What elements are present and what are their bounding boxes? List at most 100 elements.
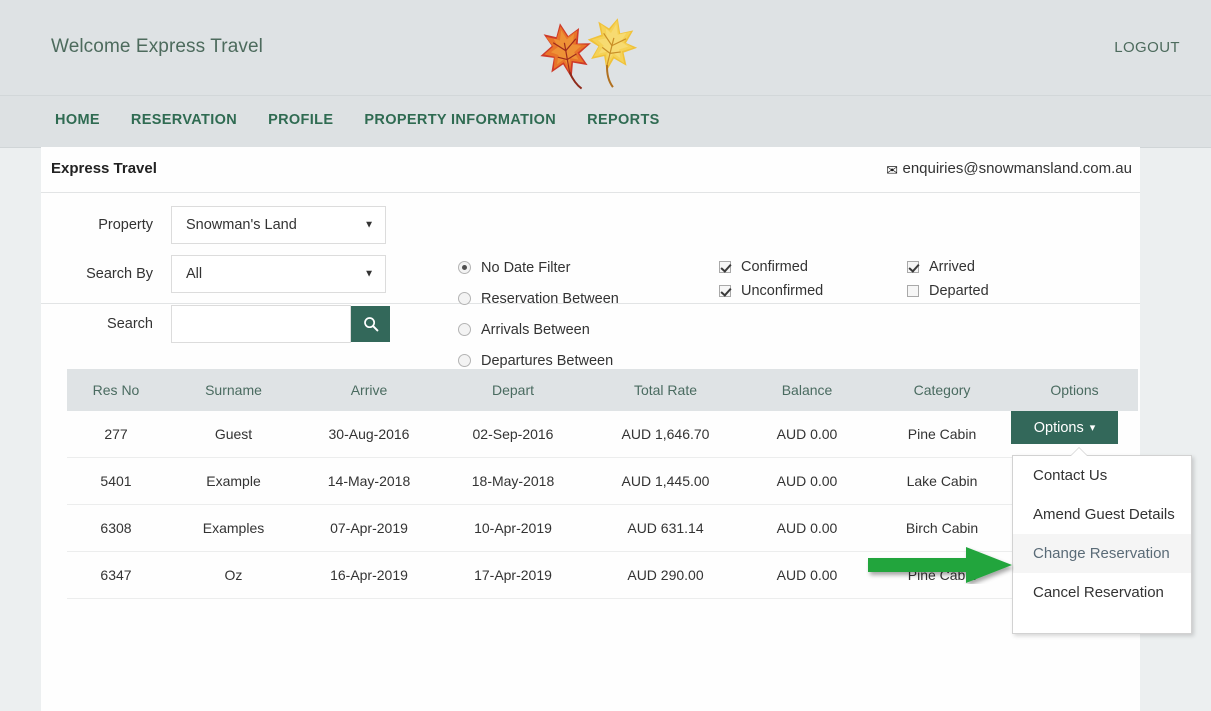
- cell-surname: Examples: [202, 520, 265, 536]
- search-by-label: Search By: [86, 266, 153, 282]
- cell-balance: AUD 0.00: [776, 426, 838, 442]
- green-right-arrow-icon: [868, 547, 1012, 583]
- column-header-category: Category: [913, 382, 971, 398]
- cell-category: Lake Cabin: [906, 473, 978, 489]
- cell-surname: Guest: [214, 426, 253, 442]
- radio-icon[interactable]: [458, 354, 471, 367]
- checkbox-unconfirmed[interactable]: Unconfirmed: [719, 279, 823, 303]
- panel-header: Express Travel ✉ enquiries@snowmansland.…: [41, 147, 1140, 193]
- cell-surname: Example: [206, 473, 261, 489]
- column-header-total-rate: Total Rate: [633, 382, 698, 398]
- menu-item-label: Cancel Reservation: [1033, 584, 1164, 601]
- radio-label[interactable]: Arrivals Between: [481, 322, 590, 338]
- column-header-balance: Balance: [781, 382, 833, 398]
- chevron-down-icon: ▼: [364, 219, 374, 231]
- menu-item-contact-us[interactable]: Contact Us: [1013, 456, 1191, 495]
- cell-arrive: 14-May-2018: [327, 473, 411, 489]
- green-right-arrow-annotation: [866, 546, 1014, 584]
- nav-item-property-information[interactable]: PROPERTY INFORMATION: [364, 112, 556, 128]
- content-panel: Express Travel ✉ enquiries@snowmansland.…: [41, 147, 1140, 711]
- logout-link[interactable]: LOGOUT: [1114, 39, 1180, 56]
- search-by-select[interactable]: All ▼: [171, 255, 386, 293]
- cell-total-rate: AUD 1,445.00: [621, 473, 710, 489]
- cell-total-rate: AUD 631.14: [627, 520, 704, 536]
- nav-item-reports[interactable]: REPORTS: [587, 112, 660, 128]
- cell-arrive: 07-Apr-2019: [330, 520, 408, 536]
- search-input[interactable]: [171, 305, 351, 343]
- checkbox-label[interactable]: Arrived: [929, 259, 975, 275]
- welcome-message: Welcome Express Travel: [51, 36, 263, 57]
- cell-res-no: 6347: [100, 567, 132, 583]
- radio-icon[interactable]: [458, 323, 471, 336]
- radio-label[interactable]: Departures Between: [481, 353, 613, 369]
- cell-arrive: 16-Apr-2019: [330, 567, 408, 583]
- menu-item-label: Contact Us: [1033, 467, 1108, 484]
- cell-total-rate: AUD 290.00: [627, 567, 704, 583]
- checkbox-label[interactable]: Departed: [929, 283, 989, 299]
- menu-item-change-reservation[interactable]: Change Reservation: [1013, 534, 1191, 573]
- radio-arrivals-between[interactable]: Arrivals Between: [458, 314, 619, 345]
- search-label: Search: [107, 316, 153, 332]
- cell-res-no: 6308: [100, 520, 132, 536]
- date-filter-radio-group: No Date Filter Reservation Between Arriv…: [458, 252, 619, 376]
- cell-total-rate: AUD 1,646.70: [621, 426, 710, 442]
- chevron-down-icon: ▼: [364, 268, 374, 280]
- radio-label[interactable]: Reservation Between: [481, 291, 619, 307]
- menu-item-cancel-reservation[interactable]: Cancel Reservation: [1013, 573, 1191, 612]
- table-row: 277 Guest 30-Aug-2016 02-Sep-2016 AUD 1,…: [67, 411, 1138, 458]
- checkbox-arrived[interactable]: Arrived: [907, 255, 989, 279]
- column-header-options: Options: [1050, 382, 1099, 398]
- checkbox-label[interactable]: Confirmed: [741, 259, 808, 275]
- nav-item-profile[interactable]: PROFILE: [268, 112, 333, 128]
- status-checkbox-group-1: Confirmed Unconfirmed: [719, 255, 823, 303]
- options-button-label: Options: [1033, 419, 1084, 436]
- column-header-surname: Surname: [205, 382, 262, 398]
- checkbox-confirmed[interactable]: Confirmed: [719, 255, 823, 279]
- checkbox-departed[interactable]: Departed: [907, 279, 989, 303]
- search-button[interactable]: [351, 306, 390, 342]
- page-header: Welcome Express Travel LOGOUT: [0, 0, 1211, 96]
- radio-label[interactable]: No Date Filter: [481, 260, 570, 276]
- cell-depart: 17-Apr-2019: [474, 567, 552, 583]
- cell-balance: AUD 0.00: [776, 473, 838, 489]
- radio-reservation-between[interactable]: Reservation Between: [458, 283, 619, 314]
- filter-form: Property Snowman's Land ▼ Search By All …: [41, 193, 1140, 369]
- property-label: Property: [98, 217, 153, 233]
- cell-category: Birch Cabin: [905, 520, 979, 536]
- cell-depart: 10-Apr-2019: [474, 520, 552, 536]
- column-header-depart: Depart: [491, 382, 535, 398]
- nav-item-reservation[interactable]: RESERVATION: [131, 112, 237, 128]
- menu-item-label: Change Reservation: [1033, 545, 1170, 562]
- property-select[interactable]: Snowman's Land ▼: [171, 206, 386, 244]
- nav-list: HOME RESERVATION PROFILE PROPERTY INFORM…: [55, 112, 660, 128]
- checkbox-icon[interactable]: [907, 285, 919, 297]
- menu-item-amend-guest-details[interactable]: Amend Guest Details: [1013, 495, 1191, 534]
- cell-balance: AUD 0.00: [776, 520, 838, 536]
- search-icon: [363, 317, 378, 332]
- cell-arrive: 30-Aug-2016: [328, 426, 410, 442]
- nav-item-home[interactable]: HOME: [55, 112, 100, 128]
- cell-balance: AUD 0.00: [776, 567, 838, 583]
- checkbox-icon[interactable]: [907, 261, 919, 273]
- options-button[interactable]: Options ▾: [1011, 411, 1118, 444]
- checkbox-icon[interactable]: [719, 261, 731, 273]
- chevron-down-icon: ▾: [1089, 422, 1096, 434]
- cell-category: Pine Cabin: [907, 426, 977, 442]
- autumn-leaves-logo: [527, 4, 655, 92]
- main-navigation: HOME RESERVATION PROFILE PROPERTY INFORM…: [0, 96, 1211, 148]
- search-by-field-row: Search By All ▼: [51, 255, 386, 293]
- radio-icon[interactable]: [458, 292, 471, 305]
- contact-email[interactable]: enquiries@snowmansland.com.au: [902, 160, 1132, 177]
- checkbox-label[interactable]: Unconfirmed: [741, 283, 823, 299]
- table-row: 5401 Example 14-May-2018 18-May-2018 AUD…: [67, 458, 1138, 505]
- column-header-res-no: Res No: [92, 382, 140, 398]
- page-title: Express Travel: [51, 160, 157, 177]
- checkbox-icon[interactable]: [719, 285, 731, 297]
- menu-item-label: Amend Guest Details: [1033, 506, 1175, 523]
- radio-icon[interactable]: [458, 261, 471, 274]
- cell-surname: Oz: [224, 567, 243, 583]
- property-select-value: Snowman's Land: [186, 217, 297, 233]
- cell-depart: 02-Sep-2016: [472, 426, 554, 442]
- radio-no-date-filter[interactable]: No Date Filter: [458, 252, 619, 283]
- cell-res-no: 5401: [100, 473, 132, 489]
